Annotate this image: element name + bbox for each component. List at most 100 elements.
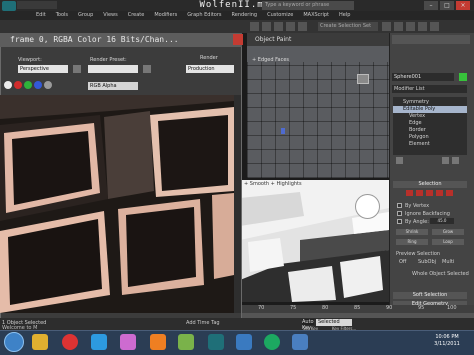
quick-access-toolbar[interactable] xyxy=(17,1,57,9)
modifier-list-dropdown[interactable]: Modifier List xyxy=(392,85,467,93)
scene-object-box[interactable] xyxy=(357,74,369,84)
align-icon[interactable] xyxy=(394,22,403,31)
snap-icon[interactable] xyxy=(298,22,307,31)
remove-modifier-icon[interactable] xyxy=(452,157,459,164)
stack-item-element[interactable]: Element xyxy=(393,141,467,148)
menu-graph-editors[interactable]: Graph Editors xyxy=(187,11,221,20)
polygon-mode-icon[interactable] xyxy=(436,190,443,196)
photo-icon[interactable] xyxy=(236,334,252,350)
material-editor-icon[interactable] xyxy=(406,22,415,31)
render-mode-dropdown[interactable]: Production xyxy=(186,65,234,73)
preview-subobj-radio[interactable]: SubObj xyxy=(418,259,436,265)
by-vertex-checkbox[interactable] xyxy=(397,203,402,208)
timeline[interactable]: 70 75 80 85 90 95 100 xyxy=(242,305,474,313)
green-channel-icon[interactable] xyxy=(24,81,32,89)
render-setup-icon[interactable] xyxy=(418,22,427,31)
red-channel-icon[interactable] xyxy=(14,81,22,89)
ring-button[interactable]: Ring xyxy=(396,239,428,245)
edge-mode-icon[interactable] xyxy=(416,190,423,196)
mirror-icon[interactable] xyxy=(382,22,391,31)
ribbon-tab-object-paint[interactable]: Object Paint xyxy=(255,36,291,43)
close-icon[interactable]: × xyxy=(456,1,470,10)
start-button[interactable] xyxy=(4,332,24,352)
rollout-soft-selection[interactable]: Soft Selection xyxy=(393,292,467,299)
render-label[interactable]: Render xyxy=(200,55,218,61)
add-time-tag[interactable]: Add Time Tag xyxy=(186,320,220,326)
render-setup-icon[interactable] xyxy=(143,65,151,73)
timeline-mark: 90 xyxy=(386,305,393,311)
utorrent-icon[interactable] xyxy=(178,334,194,350)
max-logo-icon[interactable] xyxy=(2,1,16,11)
menu-create[interactable]: Create xyxy=(128,11,145,20)
3dsmax-icon[interactable] xyxy=(208,334,224,350)
messenger-icon[interactable] xyxy=(120,334,136,350)
minimize-icon[interactable]: – xyxy=(424,1,438,10)
vertical-scrollbar[interactable] xyxy=(234,95,241,313)
vertex-mode-icon[interactable] xyxy=(406,190,413,196)
viewport-dropdown[interactable]: Perspective xyxy=(18,65,68,73)
media-icon[interactable] xyxy=(91,334,107,350)
loop-button[interactable]: Loop xyxy=(432,239,464,245)
make-unique-icon[interactable] xyxy=(442,157,449,164)
stack-item-edge[interactable]: Edge xyxy=(393,120,467,127)
network-icon[interactable] xyxy=(292,334,308,350)
stack-item-vertex[interactable]: Vertex xyxy=(393,113,467,120)
menu-views[interactable]: Views xyxy=(103,11,117,20)
move-icon[interactable] xyxy=(262,22,271,31)
menu-group[interactable]: Group xyxy=(78,11,93,20)
object-color-swatch[interactable] xyxy=(459,73,467,81)
system-clock[interactable]: 10:06 PM 3/11/2011 xyxy=(424,334,470,348)
grow-button[interactable]: Grow xyxy=(432,229,464,235)
rollout-selection[interactable]: Selection xyxy=(393,181,467,188)
menu-customize[interactable]: Customize xyxy=(267,11,293,20)
channel-dropdown[interactable]: RGB Alpha xyxy=(88,82,138,90)
pin-stack-icon[interactable] xyxy=(396,157,403,164)
menu-bar: Edit Tools Group Views Create Modifiers … xyxy=(0,11,474,20)
scale-icon[interactable] xyxy=(286,22,295,31)
close-icon[interactable] xyxy=(233,34,243,45)
object-name-field[interactable]: Sphere001 xyxy=(392,73,454,81)
key-mode-dropdown[interactable]: Selected xyxy=(316,319,352,326)
folder-icon[interactable] xyxy=(32,334,48,350)
preview-multi-radio[interactable]: Multi xyxy=(442,259,454,265)
menu-maxscript[interactable]: MAXScript xyxy=(303,11,329,20)
maximize-icon[interactable]: □ xyxy=(440,1,454,10)
search-input[interactable]: Type a keyword or phrase xyxy=(262,1,354,10)
alpha-channel-icon[interactable] xyxy=(44,81,52,89)
gizmo-icon[interactable] xyxy=(281,128,285,134)
ignore-backfacing-checkbox[interactable] xyxy=(397,211,402,216)
by-angle-checkbox[interactable] xyxy=(397,219,402,224)
stack-item-symmetry[interactable]: Symmetry xyxy=(393,99,467,106)
viewport-label-perspective[interactable]: + Smooth + Highlights xyxy=(244,181,302,187)
rotate-icon[interactable] xyxy=(274,22,283,31)
modifier-stack[interactable]: Symmetry Editable Poly Vertex Edge Borde… xyxy=(393,97,467,155)
shrink-button[interactable]: Shrink xyxy=(396,229,428,235)
blue-channel-icon[interactable] xyxy=(34,81,42,89)
by-angle-spinner[interactable]: 45.0 xyxy=(430,218,454,224)
border-mode-icon[interactable] xyxy=(426,190,433,196)
stack-item-border[interactable]: Border xyxy=(393,127,467,134)
display-toggle-icon[interactable] xyxy=(4,81,12,89)
stack-item-editable-poly[interactable]: Editable Poly xyxy=(393,106,467,113)
command-panel-tabs[interactable] xyxy=(392,35,470,44)
firefox-icon[interactable] xyxy=(150,334,166,350)
element-mode-icon[interactable] xyxy=(446,190,453,196)
app-icon[interactable] xyxy=(264,334,280,350)
menu-modifiers[interactable]: Modifiers xyxy=(154,11,177,20)
menu-rendering[interactable]: Rendering xyxy=(232,11,258,20)
lock-icon[interactable] xyxy=(73,65,81,73)
timeline-mark: 75 xyxy=(290,305,297,311)
menu-help[interactable]: Help xyxy=(339,11,350,20)
preview-off-radio[interactable]: Off xyxy=(399,259,406,265)
viewport-label[interactable]: + Edged Faces xyxy=(252,57,289,63)
selection-set-dropdown[interactable]: Create Selection Set xyxy=(318,22,378,31)
stack-item-polygon[interactable]: Polygon xyxy=(393,134,467,141)
select-icon[interactable] xyxy=(250,22,259,31)
viewcube-icon[interactable] xyxy=(355,194,380,219)
menu-edit[interactable]: Edit xyxy=(36,11,46,20)
render-icon[interactable] xyxy=(430,22,439,31)
menu-tools[interactable]: Tools xyxy=(56,11,68,20)
render-preset-dropdown[interactable] xyxy=(88,65,138,73)
auto-key-button[interactable]: Auto Key xyxy=(302,319,314,331)
opera-icon[interactable] xyxy=(62,334,78,350)
